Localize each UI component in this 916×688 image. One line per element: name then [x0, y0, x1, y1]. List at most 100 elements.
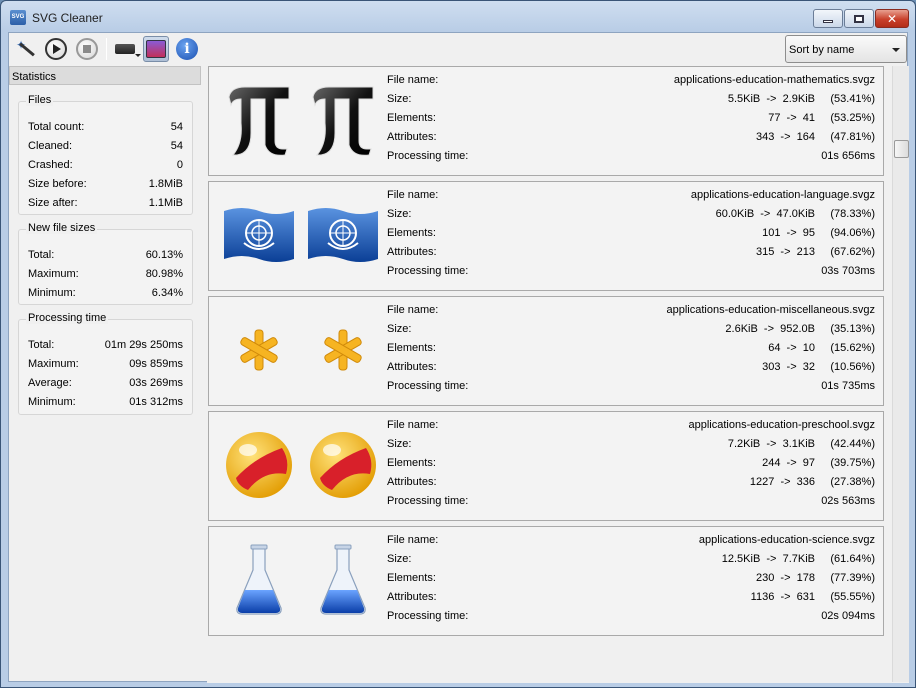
attributes-percent: (55.55%): [830, 591, 875, 603]
file-name-value: applications-education-preschool.svgz: [688, 419, 876, 431]
app-window: SVG SVG Cleaner ✕ ✦: [0, 0, 916, 688]
result-item[interactable]: File name: applications-education-presch…: [208, 411, 884, 521]
stat-row: Minimum: 6.34%: [28, 287, 183, 301]
magic-wand-icon: ✦: [14, 38, 36, 60]
sort-dropdown-value: Sort by name: [789, 44, 855, 56]
stat-row: Size before: 1.8MiB: [28, 178, 183, 192]
result-item[interactable]: File name: applications-education-langua…: [208, 181, 884, 291]
flask-icon: [219, 537, 299, 623]
item-info: File name: applications-education-miscel…: [387, 297, 875, 407]
result-item[interactable]: File name: applications-education-scienc…: [208, 526, 884, 636]
item-info: File name: applications-education-presch…: [387, 412, 875, 522]
elements-label: Elements:: [387, 572, 436, 584]
attributes-percent: (10.56%): [830, 361, 875, 373]
result-item[interactable]: File name: applications-education-miscel…: [208, 296, 884, 406]
file-name-label: File name:: [387, 189, 439, 201]
stat-row: Size after: 1.1MiB: [28, 197, 183, 211]
stat-value: 03s 269ms: [129, 377, 183, 389]
file-name-value: applications-education-mathematics.svgz: [673, 74, 875, 86]
attributes-label: Attributes:: [387, 361, 437, 373]
stop-icon: [76, 38, 98, 60]
attributes-percent: (27.38%): [830, 476, 875, 488]
stop-button[interactable]: [74, 36, 100, 62]
attributes-label: Attributes:: [387, 246, 437, 258]
elements-percent: (15.62%): [830, 342, 875, 354]
size-value: 7.2KiB -> 3.1KiB: [727, 438, 815, 450]
stat-row: Maximum: 80.98%: [28, 268, 183, 282]
stat-value: 1.8MiB: [148, 178, 183, 190]
maximize-icon: [854, 14, 864, 23]
attributes-label: Attributes:: [387, 131, 437, 143]
size-value: 12.5KiB -> 7.7KiB: [721, 553, 815, 565]
result-item[interactable]: File name: applications-education-mathem…: [208, 66, 884, 176]
processing-time-group: Processing time Total: 01m 29s 250ms Maxi…: [18, 312, 193, 415]
flask-icon: [303, 537, 383, 623]
elements-label: Elements:: [387, 112, 436, 124]
info-icon: i: [176, 38, 198, 60]
stat-value: 60.13%: [145, 249, 183, 261]
elements-value: 77 -> 41: [768, 112, 815, 124]
minimize-icon: [823, 20, 833, 23]
title-bar[interactable]: SVG SVG Cleaner ✕: [1, 1, 915, 33]
close-button[interactable]: ✕: [875, 9, 909, 28]
attributes-value: 303 -> 32: [762, 361, 815, 373]
elements-label: Elements:: [387, 342, 436, 354]
size-value: 2.6KiB -> 952.0B: [725, 323, 815, 335]
drive-icon: [115, 44, 141, 57]
file-name-label: File name:: [387, 74, 439, 86]
beach-ball-icon: [219, 422, 299, 508]
files-group-title: Files: [26, 94, 54, 106]
scrollbar-thumb[interactable]: [894, 140, 909, 158]
elements-percent: (53.25%): [830, 112, 875, 124]
size-label: Size:: [387, 553, 412, 565]
wizard-button[interactable]: ✦: [12, 36, 38, 62]
file-sizes-group: New file sizes Total: 60.13% Maximum: 80.9…: [18, 222, 193, 305]
size-percent: (35.13%): [830, 323, 875, 335]
stat-label: Total count:: [28, 121, 85, 133]
file-name-label: File name:: [387, 534, 439, 546]
processing-time-value: 02s 563ms: [821, 495, 875, 507]
processing-time-label: Processing time:: [387, 150, 469, 162]
processing-time-label: Processing time:: [387, 610, 469, 622]
start-button[interactable]: [43, 36, 69, 62]
elements-percent: (39.75%): [830, 457, 875, 469]
vertical-scrollbar[interactable]: [892, 66, 909, 682]
stat-row: Maximum: 09s 859ms: [28, 358, 183, 372]
close-icon: ✕: [886, 11, 898, 26]
info-button[interactable]: i: [174, 36, 200, 62]
size-value: 60.0KiB -> 47.0KiB: [715, 208, 815, 220]
elements-value: 244 -> 97: [762, 457, 815, 469]
file-name-value: applications-education-language.svgz: [690, 189, 875, 201]
maximize-button[interactable]: [844, 9, 874, 28]
stat-label: Cleaned:: [28, 140, 73, 152]
drive-menu-button[interactable]: [112, 36, 141, 62]
attributes-value: 315 -> 213: [755, 246, 815, 258]
asterisk-icon: [303, 307, 383, 393]
elements-percent: (94.06%): [830, 227, 875, 239]
attributes-percent: (67.62%): [830, 246, 875, 258]
stat-label: Crashed:: [28, 159, 73, 171]
window-controls: ✕: [812, 9, 909, 28]
attributes-label: Attributes:: [387, 476, 437, 488]
file-name-value: applications-education-science.svgz: [698, 534, 875, 546]
stat-value: 1.1MiB: [148, 197, 183, 209]
processing-time-value: 01s 656ms: [821, 150, 875, 162]
main-area: ✦ i Sort by name Statistics: [8, 32, 909, 683]
processing-time-group-title: Processing time: [26, 312, 109, 324]
stat-label: Total:: [28, 249, 55, 261]
stat-label: Size before:: [28, 178, 87, 190]
results-list[interactable]: File name: applications-education-mathem…: [207, 66, 909, 683]
item-info: File name: applications-education-langua…: [387, 182, 875, 292]
attributes-value: 343 -> 164: [755, 131, 815, 143]
processing-time-label: Processing time:: [387, 265, 469, 277]
stat-value: 54: [170, 140, 183, 152]
stat-row: Total count: 54: [28, 121, 183, 135]
preferences-icon: [146, 40, 166, 58]
minimize-button[interactable]: [813, 9, 843, 28]
toolbar-separator: [106, 38, 107, 60]
file-name-value: applications-education-miscellaneous.svg…: [666, 304, 875, 316]
item-info: File name: applications-education-scienc…: [387, 527, 875, 637]
preferences-button[interactable]: [143, 36, 169, 62]
size-percent: (78.33%): [830, 208, 875, 220]
sort-dropdown[interactable]: Sort by name: [785, 35, 907, 63]
